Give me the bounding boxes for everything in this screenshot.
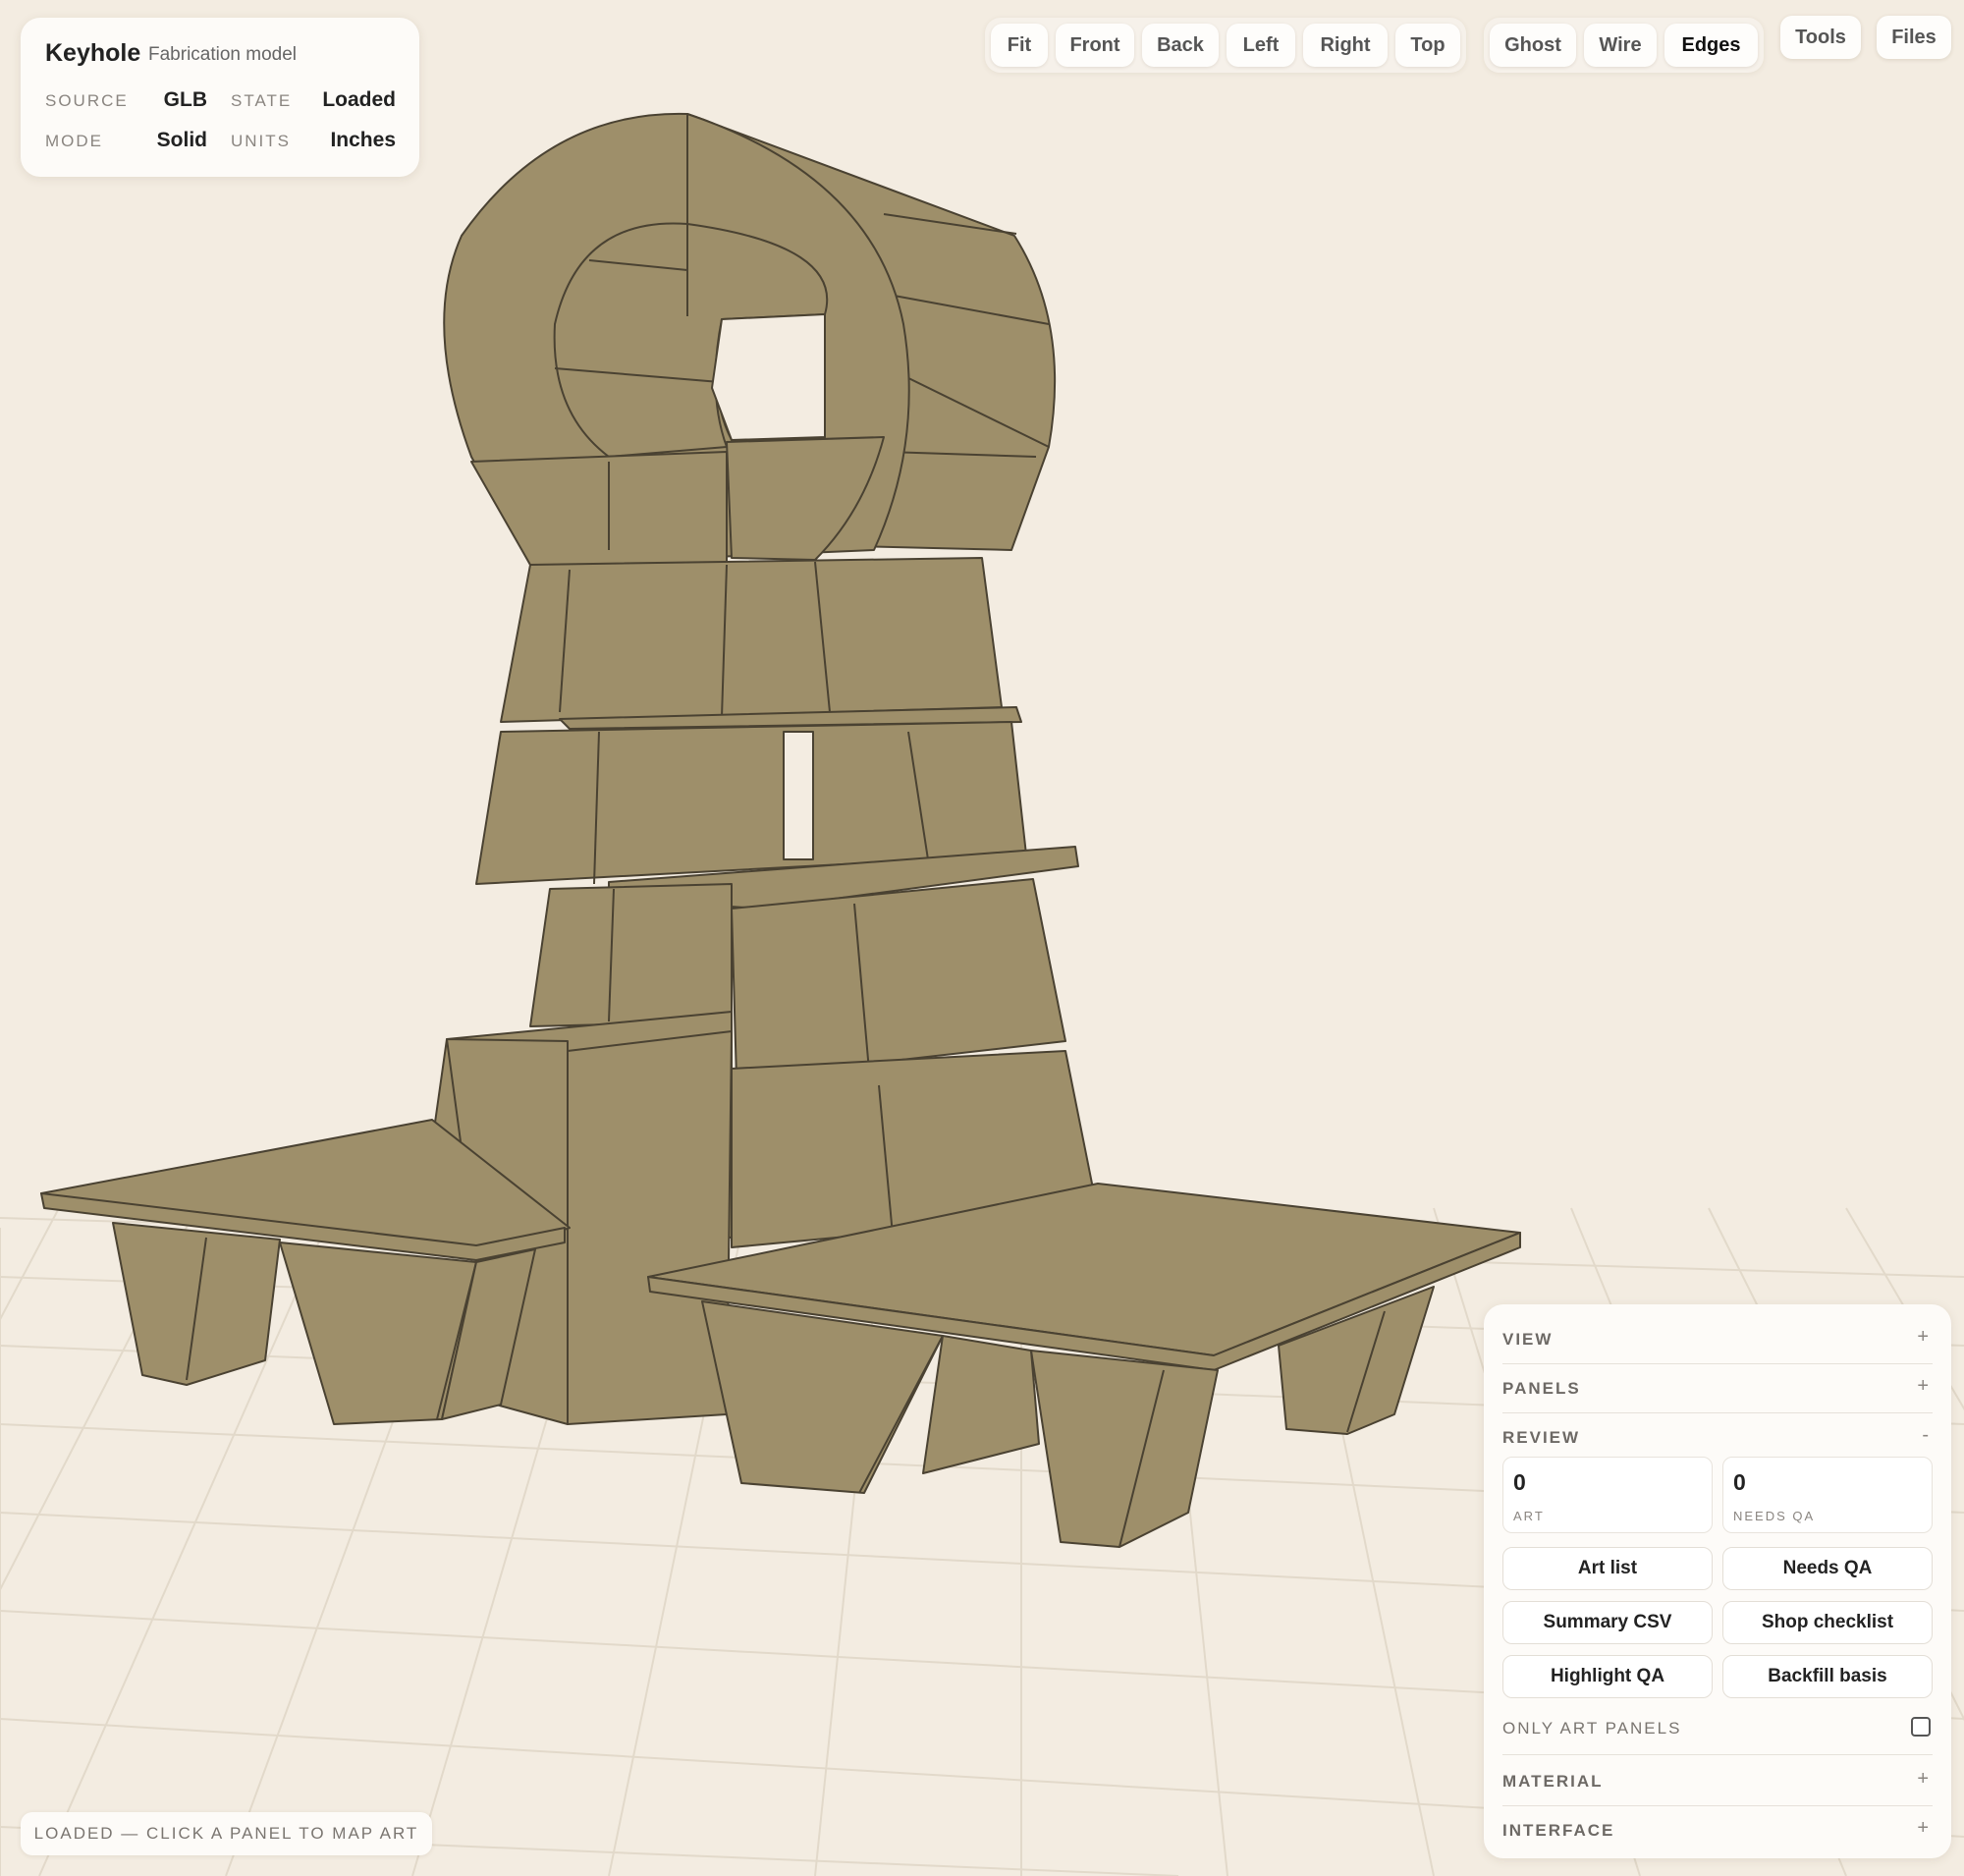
expand-icon[interactable]: + xyxy=(1917,1326,1929,1349)
side-panel: VIEW + PANELS + REVIEW - 0 ART 0 NEEDS Q… xyxy=(1484,1304,1951,1858)
review-section-header[interactable]: REVIEW - xyxy=(1502,1412,1933,1462)
files-button[interactable]: Files xyxy=(1877,16,1951,59)
source-value: GLB xyxy=(163,88,207,111)
needs-qa-button[interactable]: Needs QA xyxy=(1722,1547,1933,1590)
interface-section-label: INTERFACE xyxy=(1502,1821,1615,1840)
summary-csv-button[interactable]: Summary CSV xyxy=(1502,1601,1713,1644)
interface-section-header[interactable]: INTERFACE + xyxy=(1502,1805,1933,1854)
art-count-label: ART xyxy=(1513,1509,1545,1523)
view-back-button[interactable]: Back xyxy=(1142,24,1219,67)
stem-panel-1 xyxy=(470,451,728,566)
view-right-button[interactable]: Right xyxy=(1303,24,1388,67)
expand-icon[interactable]: + xyxy=(1917,1817,1929,1840)
ghost-mode-button[interactable]: Ghost xyxy=(1490,24,1576,67)
units-label: UNITS xyxy=(231,132,291,150)
tools-button[interactable]: Tools xyxy=(1780,16,1861,59)
backfill-basis-button[interactable]: Backfill basis xyxy=(1722,1655,1933,1698)
state-label: STATE xyxy=(231,91,293,110)
panels-section-label: PANELS xyxy=(1502,1379,1581,1398)
tier-3-right-panel xyxy=(731,878,1066,1079)
units-value: Inches xyxy=(330,129,396,151)
material-section-label: MATERIAL xyxy=(1502,1772,1604,1791)
expand-icon[interactable]: + xyxy=(1917,1768,1929,1791)
view-front-button[interactable]: Front xyxy=(1056,24,1134,67)
only-art-panels-label: ONLY ART PANELS xyxy=(1502,1719,1682,1738)
shop-checklist-button[interactable]: Shop checklist xyxy=(1722,1601,1933,1644)
view-section-label: VIEW xyxy=(1502,1330,1554,1349)
view-left-button[interactable]: Left xyxy=(1227,24,1295,67)
art-count-card: 0 ART xyxy=(1502,1457,1713,1533)
render-mode-toolbar: Ghost Wire Edges xyxy=(1484,18,1764,73)
edges-mode-button[interactable]: Edges xyxy=(1664,24,1758,67)
panels-section-header[interactable]: PANELS + xyxy=(1502,1363,1933,1413)
material-section-header[interactable]: MATERIAL + xyxy=(1502,1756,1933,1806)
model-info-card: Keyhole Fabrication model SOURCE GLB STA… xyxy=(21,18,419,177)
keyhole-opening xyxy=(711,313,826,441)
tier-3-panel xyxy=(529,883,733,1027)
only-art-panels-row[interactable]: ONLY ART PANELS xyxy=(1502,1707,1933,1755)
status-bar: LOADED — CLICK A PANEL TO MAP ART xyxy=(21,1812,432,1855)
view-top-button[interactable]: Top xyxy=(1395,24,1460,67)
art-list-button[interactable]: Art list xyxy=(1502,1547,1713,1590)
needs-qa-count-label: NEEDS QA xyxy=(1733,1509,1816,1523)
mode-label: MODE xyxy=(45,132,103,150)
highlight-qa-button[interactable]: Highlight QA xyxy=(1502,1655,1713,1698)
view-fit-button[interactable]: Fit xyxy=(991,24,1048,67)
mode-value: Solid xyxy=(156,129,207,151)
art-count-value: 0 xyxy=(1513,1469,1526,1495)
lower-column xyxy=(567,1030,733,1425)
only-art-panels-checkbox[interactable] xyxy=(1911,1717,1931,1737)
collapse-icon[interactable]: - xyxy=(1922,1424,1929,1447)
needs-qa-count-value: 0 xyxy=(1733,1469,1746,1495)
wire-mode-button[interactable]: Wire xyxy=(1584,24,1657,67)
stem-gap-2 xyxy=(783,731,814,860)
stem-panel-3 xyxy=(500,557,1003,723)
view-section-header[interactable]: VIEW + xyxy=(1502,1314,1933,1364)
expand-icon[interactable]: + xyxy=(1917,1375,1929,1398)
state-value: Loaded xyxy=(322,88,396,111)
keyhole-model[interactable] xyxy=(40,112,1521,1548)
model-title: Keyhole xyxy=(45,39,141,67)
source-label: SOURCE xyxy=(45,91,129,110)
model-subtitle: Fabrication model xyxy=(148,44,298,65)
view-toolbar: Fit Front Back Left Right Top xyxy=(985,18,1466,73)
needs-qa-count-card: 0 NEEDS QA xyxy=(1722,1457,1933,1533)
review-section-label: REVIEW xyxy=(1502,1428,1581,1447)
